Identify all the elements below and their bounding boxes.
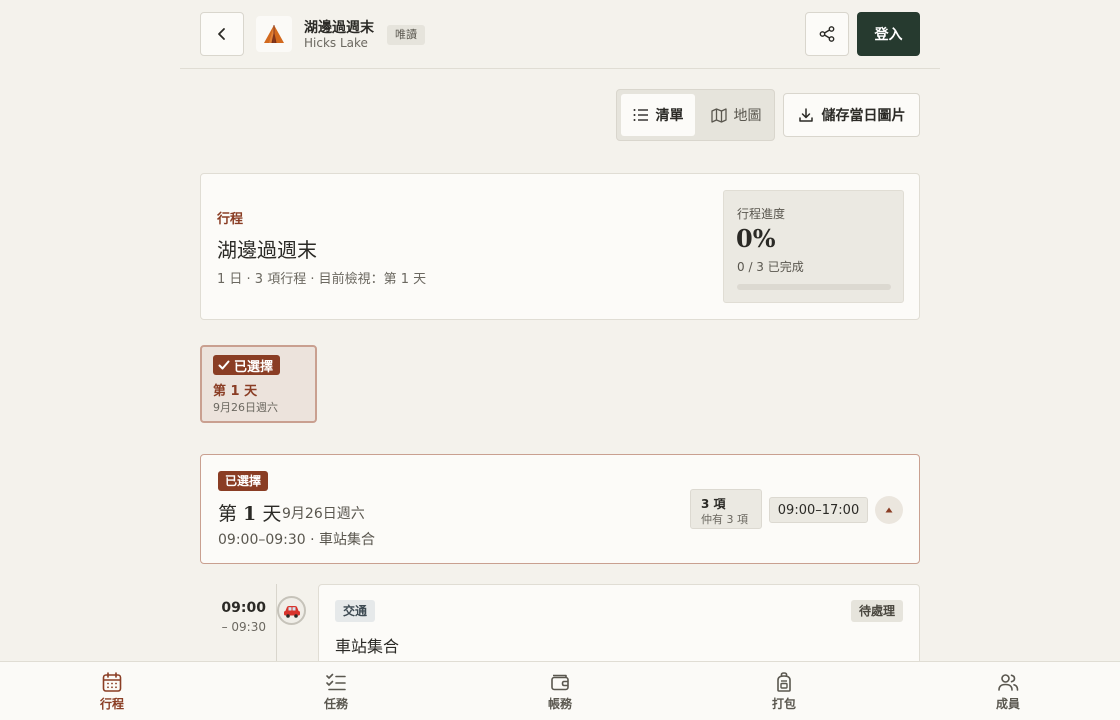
event-start-time: 09:00 bbox=[221, 600, 266, 616]
back-button[interactable] bbox=[200, 12, 244, 56]
nav-tasks[interactable]: 任務 bbox=[224, 662, 448, 720]
progress-bar bbox=[737, 284, 891, 290]
trip-location: Hicks Lake bbox=[304, 36, 368, 50]
list-view-button[interactable]: 清單 bbox=[621, 94, 695, 136]
event-type-marker bbox=[277, 596, 306, 625]
trip-logo bbox=[256, 16, 292, 52]
tent-icon bbox=[264, 25, 284, 43]
collapse-button[interactable] bbox=[875, 496, 903, 524]
readonly-badge: 唯讀 bbox=[387, 25, 425, 45]
item-remaining: 仲有 3 項 bbox=[701, 513, 748, 526]
map-view-label: 地圖 bbox=[733, 108, 762, 124]
nav-expenses[interactable]: 帳務 bbox=[448, 662, 672, 720]
day-title-suffix: 天 bbox=[256, 503, 282, 525]
nav-members-label: 成員 bbox=[995, 696, 1020, 711]
backpack-icon bbox=[777, 671, 791, 692]
day-title-prefix: 第 bbox=[218, 503, 244, 525]
map-icon bbox=[710, 107, 727, 123]
selected-badge: 已選擇 bbox=[218, 471, 269, 491]
day-date: 9月26日週六 bbox=[282, 506, 365, 522]
selected-badge-label: 已選擇 bbox=[234, 359, 274, 375]
day-title: 第 1 天 bbox=[218, 499, 281, 526]
checklist-icon bbox=[326, 673, 346, 690]
event-end-time: – 09:30 bbox=[221, 620, 266, 634]
day-time-range: 09:00–17:00 bbox=[769, 497, 868, 523]
save-day-image-button[interactable]: 儲存當日圖片 bbox=[783, 93, 920, 137]
bottom-nav: 行程 任務 帳務 打包 成員 bbox=[0, 661, 1120, 720]
event-title: 車站集合 bbox=[335, 637, 400, 656]
nav-packing[interactable]: 打包 bbox=[672, 662, 896, 720]
day-section-header: 已選擇 第 1 天 9月26日週六 09:00–09:30 · 車站集合 3 項… bbox=[200, 454, 920, 564]
calendar-icon bbox=[102, 671, 122, 692]
chevron-left-icon bbox=[218, 28, 225, 40]
list-icon bbox=[633, 109, 648, 121]
nav-expenses-label: 帳務 bbox=[547, 696, 572, 711]
car-icon bbox=[283, 605, 300, 618]
item-count: 3 項 bbox=[701, 497, 726, 511]
summary-kicker: 行程 bbox=[217, 212, 244, 227]
progress-count: 0 / 3 已完成 bbox=[737, 260, 804, 274]
nav-tasks-label: 任務 bbox=[323, 696, 348, 711]
summary-title: 湖邊過週末 bbox=[217, 238, 317, 262]
nav-members[interactable]: 成員 bbox=[896, 662, 1120, 720]
download-icon bbox=[798, 108, 813, 122]
share-icon bbox=[819, 26, 835, 42]
day-title-number: 1 bbox=[243, 503, 257, 525]
progress-value: 0% bbox=[736, 224, 776, 253]
day-chip-1[interactable]: 已選擇 第 1 天 9月26日週六 bbox=[200, 345, 317, 423]
nav-packing-label: 打包 bbox=[771, 696, 796, 711]
trip-summary-card: 行程 湖邊過週末 1 日 · 3 項行程 · 目前檢視：第 1 天 行程進度 0… bbox=[200, 173, 920, 320]
users-icon bbox=[998, 673, 1019, 691]
login-button[interactable]: 登入 bbox=[857, 12, 920, 56]
map-view-button[interactable]: 地圖 bbox=[701, 94, 771, 136]
share-button[interactable] bbox=[805, 12, 849, 56]
day-first-item: 09:00–09:30 · 車站集合 bbox=[218, 532, 376, 548]
wallet-icon bbox=[551, 674, 569, 690]
selected-badge: 已選擇 bbox=[213, 355, 281, 375]
event-type-badge: 交通 bbox=[335, 600, 376, 622]
progress-label: 行程進度 bbox=[737, 207, 786, 221]
save-day-image-label: 儲存當日圖片 bbox=[821, 108, 906, 124]
summary-meta: 1 日 · 3 項行程 · 目前檢視：第 1 天 bbox=[217, 272, 427, 287]
top-bar: 湖邊過週末 Hicks Lake 唯讀 登入 bbox=[180, 0, 940, 69]
timeline-line bbox=[276, 584, 277, 664]
nav-itinerary[interactable]: 行程 bbox=[0, 662, 224, 720]
event-status-badge: 待處理 bbox=[850, 600, 903, 622]
trip-name: 湖邊過週末 bbox=[304, 20, 374, 36]
day-chip-label: 第 1 天 bbox=[213, 384, 258, 399]
item-count-pill: 3 項 仲有 3 項 bbox=[690, 489, 762, 529]
view-toggle: 清單 地圖 bbox=[616, 89, 775, 141]
progress-panel: 行程進度 0% 0 / 3 已完成 bbox=[723, 190, 904, 303]
nav-itinerary-label: 行程 bbox=[99, 696, 124, 711]
list-view-label: 清單 bbox=[655, 108, 684, 124]
caret-up-icon bbox=[885, 507, 893, 513]
check-icon bbox=[218, 360, 230, 370]
day-chip-date: 9月26日週六 bbox=[213, 401, 278, 414]
